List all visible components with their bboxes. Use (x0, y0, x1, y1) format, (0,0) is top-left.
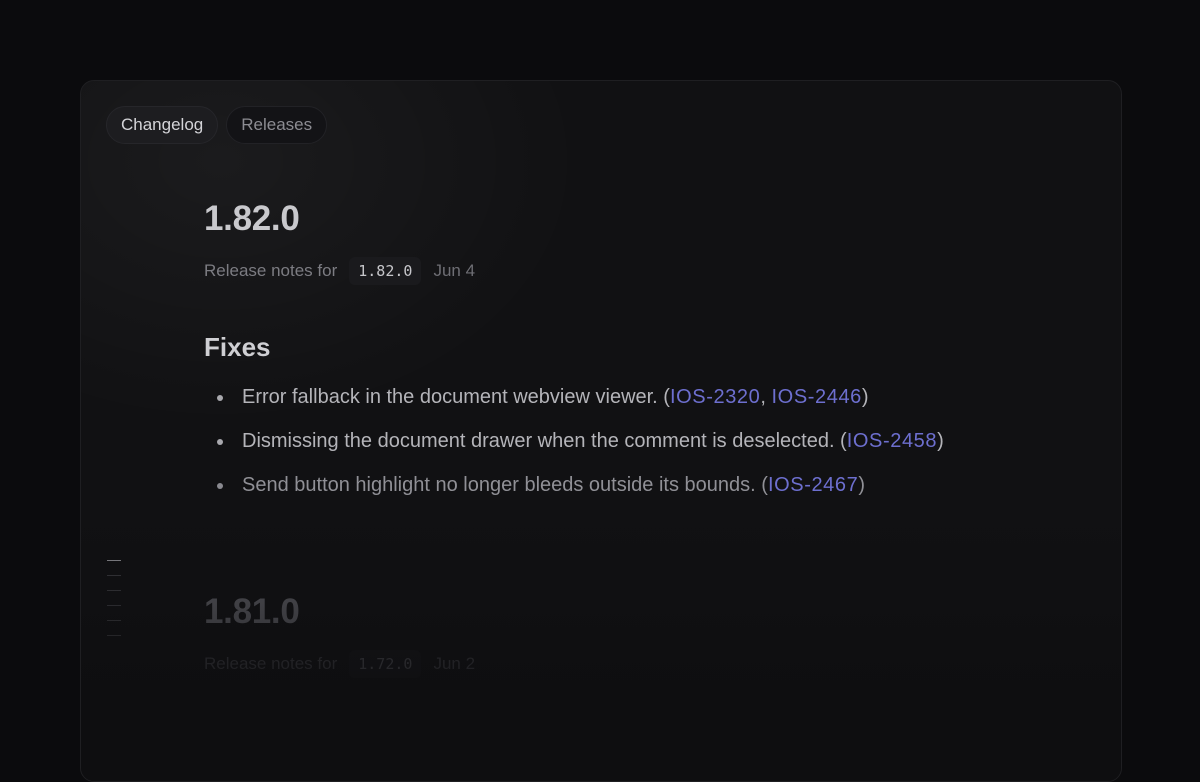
fixes-heading: Fixes (204, 332, 271, 362)
tab-releases[interactable]: Releases (226, 106, 328, 144)
fix-item: Send button highlight no longer bleeds o… (204, 473, 1024, 497)
issue-link[interactable]: IOS-2320 (670, 386, 760, 408)
release-tag-badge: 1.82.0 (349, 257, 422, 285)
fix-item-text: Send button highlight no longer bleeds o… (242, 474, 768, 496)
release-meta: Release notes for 1.72.0 Jun 2 (204, 650, 1024, 678)
release-date: Jun 2 (433, 654, 476, 673)
fix-item-suffix: ) (861, 386, 869, 408)
release-entry-previous: 1.81.0 Release notes for 1.72.0 Jun 2 (204, 592, 1024, 678)
release-date: Jun 4 (433, 261, 476, 280)
timeline-tick[interactable] (107, 560, 121, 561)
fix-item-text: Dismissing the document drawer when the … (242, 430, 847, 452)
release-tag-badge: 1.72.0 (349, 650, 422, 678)
timeline-tick[interactable] (107, 635, 121, 636)
issue-link[interactable]: IOS-2467 (768, 474, 858, 496)
fix-item-suffix: ) (937, 430, 944, 452)
fix-item: Dismissing the document drawer when the … (204, 429, 1024, 453)
release-meta: Release notes for 1.82.0 Jun 4 (204, 257, 1024, 285)
tab-bar: Changelog Releases (106, 106, 328, 144)
timeline-tick[interactable] (107, 605, 121, 606)
fix-item-suffix: ) (858, 474, 866, 496)
release-meta-prefix: Release notes for (204, 261, 338, 280)
issue-link[interactable]: IOS-2458 (847, 430, 937, 452)
release-version: 1.81.0 (204, 592, 300, 631)
release-version: 1.82.0 (204, 199, 300, 238)
release-meta-prefix: Release notes for (204, 654, 338, 673)
changelog-panel: Changelog Releases 1.82.0 Release notes … (80, 80, 1122, 782)
release-entry-current: 1.82.0 Release notes for 1.82.0 Jun 4 Fi… (204, 199, 1024, 517)
fix-item-text: Error fallback in the document webview v… (242, 386, 670, 408)
timeline-tick[interactable] (107, 575, 121, 576)
fix-item: Error fallback in the document webview v… (204, 385, 1024, 409)
fixes-list: Error fallback in the document webview v… (204, 385, 1024, 497)
tab-changelog[interactable]: Changelog (106, 106, 219, 144)
issue-link[interactable]: IOS-2446 (772, 386, 862, 408)
timeline-scrubber (107, 560, 121, 650)
timeline-tick[interactable] (107, 590, 121, 591)
timeline-tick[interactable] (107, 620, 121, 621)
link-separator: , (760, 386, 772, 408)
